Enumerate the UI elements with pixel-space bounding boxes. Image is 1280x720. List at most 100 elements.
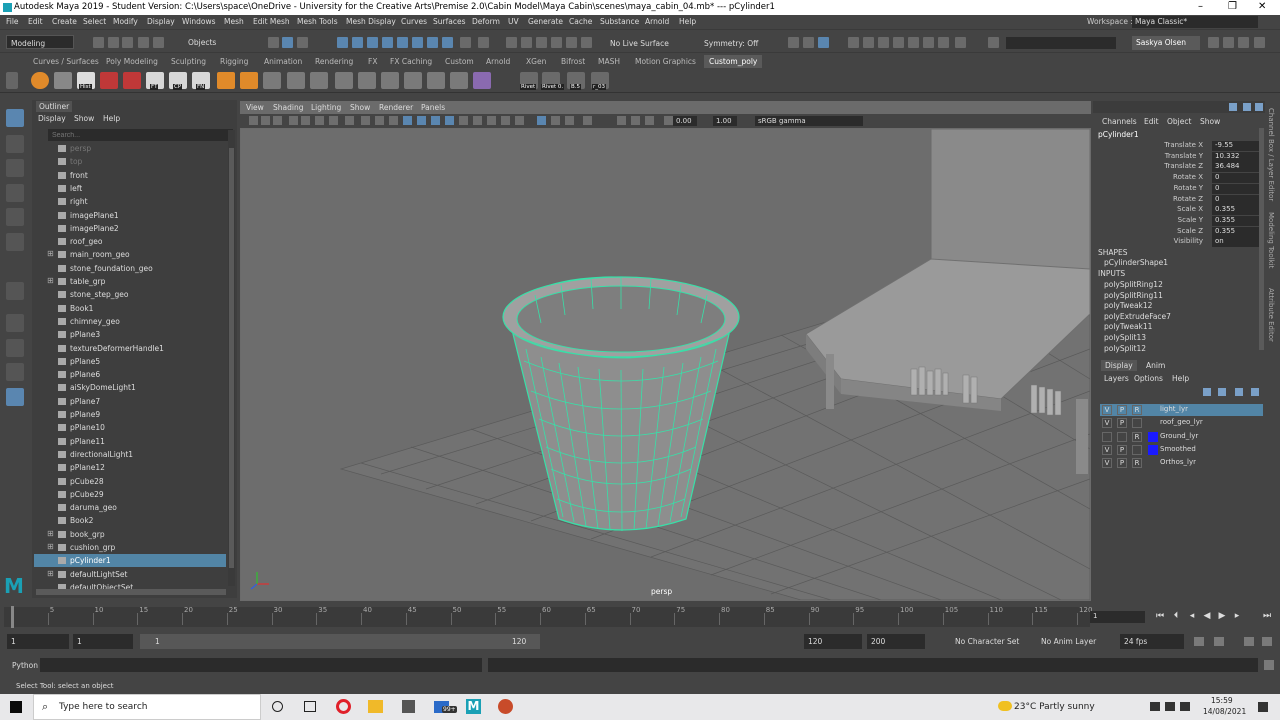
shelf-tab-custom-poly[interactable]: Custom_poly — [704, 55, 763, 68]
minimize-button[interactable]: – — [1198, 1, 1203, 12]
menu-cache[interactable]: Cache — [569, 17, 592, 26]
outliner-item[interactable]: top — [34, 155, 226, 168]
file-explorer-icon[interactable] — [368, 700, 383, 713]
backface-icon[interactable] — [617, 116, 626, 125]
move-tool-icon[interactable] — [6, 184, 24, 202]
outliner-item[interactable]: ⊞ table_grp — [34, 275, 226, 288]
component-mode-icon[interactable] — [297, 37, 308, 48]
four-view-layout-icon[interactable] — [6, 314, 24, 332]
attribute-value-field[interactable]: 0 — [1212, 183, 1262, 194]
shelf-cube-icon[interactable] — [240, 72, 258, 89]
open-scene-icon[interactable] — [108, 37, 119, 48]
settings-icon[interactable] — [1208, 37, 1219, 48]
outliner-item[interactable]: stone_foundation_geo — [34, 262, 226, 275]
menu-mesh[interactable]: Mesh — [224, 17, 244, 26]
taskbar-search-box[interactable]: ⌕ Type here to search — [33, 694, 261, 720]
grid-icon[interactable] — [389, 116, 398, 125]
shelf-grid-icon[interactable] — [335, 72, 353, 89]
attribute-value-field[interactable]: 0.355 — [1212, 205, 1262, 216]
wireframe-icon[interactable] — [403, 116, 412, 125]
display-layer-row[interactable]: R Ground_lyr — [1100, 431, 1263, 443]
loop-icon[interactable] — [1194, 637, 1204, 646]
store-icon[interactable] — [402, 700, 415, 713]
attribute-value-field[interactable]: -9.55 — [1212, 141, 1262, 151]
menu-substance[interactable]: Substance — [600, 17, 639, 26]
playback-end-field[interactable]: 120 — [804, 634, 862, 649]
current-frame-field[interactable]: 1 — [1090, 611, 1145, 623]
exposure-field[interactable]: 0.00 — [673, 116, 697, 126]
object-mode-icon[interactable] — [282, 37, 293, 48]
viewport-menu-renderer[interactable]: Renderer — [379, 103, 413, 112]
isolate-select-icon[interactable] — [551, 116, 560, 125]
playback-toggle[interactable]: P — [1117, 405, 1127, 415]
playback-start-field[interactable]: 1 — [73, 634, 133, 649]
maya-taskbar-icon[interactable]: M — [466, 699, 481, 714]
resolution-gate-icon[interactable] — [315, 116, 324, 125]
menu-edit[interactable]: Edit — [28, 17, 43, 26]
select-curves-icon[interactable] — [367, 37, 378, 48]
outliner-item[interactable]: pPlane9 — [34, 408, 226, 421]
channel-box-menu-object[interactable]: Object — [1167, 117, 1191, 126]
hypershade-icon[interactable] — [878, 37, 889, 48]
select-joints-icon[interactable] — [352, 37, 363, 48]
film-gate-icon[interactable] — [301, 116, 310, 125]
clock-date[interactable]: 14/08/2021 — [1203, 707, 1246, 716]
construction-history-icon[interactable] — [788, 37, 799, 48]
visibility-toggle[interactable] — [1102, 431, 1112, 442]
menu-mesh-tools[interactable]: Mesh Tools — [297, 17, 338, 26]
menu-surfaces[interactable]: Surfaces — [433, 17, 465, 26]
outliner-menu-show[interactable]: Show — [74, 114, 94, 123]
image-plane-icon[interactable] — [289, 116, 298, 125]
channel-attribute-row[interactable]: Scale X 0.355 — [1098, 205, 1262, 216]
opera-icon[interactable] — [336, 699, 351, 714]
outliner-item[interactable]: ⊞ cushion_grp — [34, 541, 226, 554]
outliner-item[interactable]: pPlane12 — [34, 461, 226, 474]
xray-icon[interactable] — [565, 116, 574, 125]
menu-help[interactable]: Help — [679, 17, 696, 26]
snap-view-plane-icon[interactable] — [566, 37, 577, 48]
layer-move-up-icon[interactable] — [1203, 388, 1211, 396]
input-node[interactable]: polyExtrudeFace7 — [1104, 312, 1171, 321]
channel-box-float-icon[interactable] — [1255, 103, 1263, 111]
shelf-bevel-icon[interactable] — [287, 72, 305, 89]
redo-icon[interactable] — [153, 37, 164, 48]
outliner-item[interactable]: pCylinder1 — [34, 554, 226, 568]
layer-menu-options[interactable]: Options — [1134, 374, 1163, 383]
channel-box-icon[interactable] — [1254, 37, 1265, 48]
shelf-tab-mash[interactable]: MASH — [598, 57, 620, 66]
channel-attribute-row[interactable]: Translate Y 10.332 — [1098, 151, 1262, 162]
expand-icon[interactable]: ⊞ — [47, 276, 54, 285]
layer-menu-layers[interactable]: Layers — [1104, 374, 1129, 383]
viewport-menu-lighting[interactable]: Lighting — [311, 103, 341, 112]
layer-tab-display[interactable]: Display — [1101, 360, 1137, 371]
bookmark-icon[interactable] — [273, 116, 282, 125]
outliner-item[interactable]: aiSkyDomeLight1 — [34, 381, 226, 394]
anim-layer-dropdown[interactable]: No Anim Layer — [1041, 637, 1096, 646]
visibility-toggle[interactable]: V — [1102, 458, 1112, 469]
xray-joints-icon[interactable] — [583, 116, 592, 125]
layer-color-swatch[interactable] — [1148, 458, 1158, 468]
pause-icon[interactable] — [955, 37, 966, 48]
select-surfaces-icon[interactable] — [382, 37, 393, 48]
shelf-tab-rendering[interactable]: Rendering — [315, 57, 353, 66]
step-back-frame-icon[interactable]: ◂ — [1187, 611, 1197, 621]
playback-toggle[interactable]: P — [1117, 444, 1127, 455]
new-layer-selected-icon[interactable] — [1251, 388, 1259, 396]
channel-attribute-row[interactable]: Translate Z 36.484 — [1098, 162, 1262, 173]
viewport-menu-view[interactable]: View — [246, 103, 264, 112]
viewport-menu-panels[interactable]: Panels — [421, 103, 445, 112]
motion-blur-icon[interactable] — [501, 116, 510, 125]
range-slider-start[interactable]: 1 — [155, 637, 160, 646]
command-input[interactable] — [40, 658, 482, 672]
layer-color-swatch[interactable] — [1148, 431, 1158, 442]
attribute-value-field[interactable]: 0 — [1212, 173, 1262, 184]
paint-select-tool-icon[interactable] — [6, 159, 24, 177]
ipr-render-icon[interactable] — [848, 37, 859, 48]
layer-color-swatch[interactable] — [1148, 418, 1158, 428]
select-dynamics-icon[interactable] — [412, 37, 423, 48]
shelf-tab-fx-caching[interactable]: FX Caching — [390, 57, 432, 66]
smooth-shade-icon[interactable] — [417, 116, 426, 125]
outliner-scrollbar-thumb[interactable] — [229, 148, 234, 568]
user-account-button[interactable]: Saskya Olsen — [1132, 36, 1200, 50]
shelf-uv-icon[interactable] — [263, 72, 281, 89]
